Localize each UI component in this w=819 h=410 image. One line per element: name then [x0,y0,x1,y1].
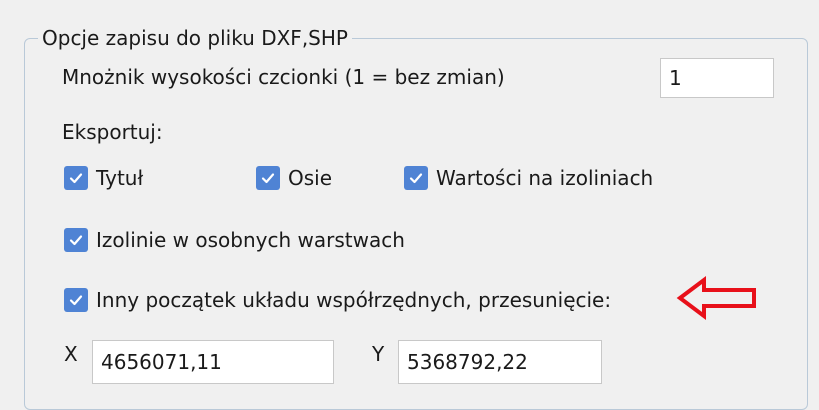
check-icon [256,166,280,190]
isolines-separate-layers-checkbox[interactable]: Izolinie w osobnych warstwach [64,226,405,254]
check-icon [64,288,88,312]
check-icon [404,166,428,190]
font-multiplier-input[interactable] [660,58,774,98]
isoline-values-checkbox-label: Wartości na izoliniach [436,166,654,190]
font-multiplier-label: Mnożnik wysokości czcionki (1 = bez zmia… [62,65,505,89]
left-arrow-icon [676,276,756,320]
offset-y-label: Y [372,342,385,366]
groupbox-title: Opcje zapisu do pliku DXF,SHP [38,24,352,52]
offset-x-input[interactable] [92,340,334,384]
title-checkbox[interactable]: Tytuł [64,164,143,192]
offset-y-input[interactable] [398,340,602,384]
axes-checkbox[interactable]: Osie [256,164,332,192]
check-icon [64,228,88,252]
check-icon [64,166,88,190]
title-checkbox-label: Tytuł [96,166,144,190]
offset-x-label: X [64,342,78,366]
isolines-separate-layers-label: Izolinie w osobnych warstwach [96,228,405,252]
origin-offset-checkbox[interactable]: Inny początek układu współrzędnych, prze… [64,286,611,314]
export-label: Eksportuj: [62,120,163,144]
origin-offset-label: Inny początek układu współrzędnych, prze… [96,288,612,312]
isoline-values-checkbox[interactable]: Wartości na izoliniach [404,164,653,192]
axes-checkbox-label: Osie [288,166,333,190]
